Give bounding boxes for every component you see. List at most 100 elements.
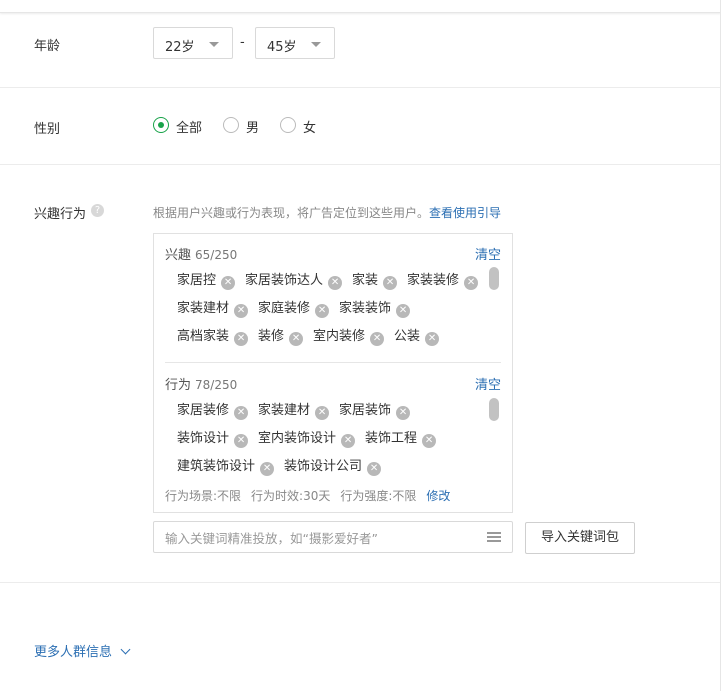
tag-label: 高档家装 — [177, 329, 230, 344]
top-header-edge — [0, 0, 721, 13]
caret-down-icon — [209, 42, 219, 47]
tag-row: 高档家装 ✕ 装修 ✕ 室内装修 ✕ 公装 ✕ — [177, 325, 449, 346]
close-circle-icon[interactable]: ✕ — [260, 462, 275, 476]
age-min-value: 22岁 — [165, 40, 195, 55]
interest-hint: 根据用户兴趣或行为表现，将广告定位到这些用户。查看使用引导 — [153, 204, 501, 221]
gender-option-label: 全部 — [176, 121, 203, 136]
tag-label: 家装装饰 — [339, 301, 392, 316]
tag: 建筑装饰设计 ✕ — [177, 455, 275, 476]
divider — [0, 164, 720, 165]
question-icon[interactable]: ? — [91, 204, 104, 217]
modify-link[interactable]: 修改 — [426, 489, 450, 503]
gender-option-label: 女 — [303, 121, 317, 136]
close-circle-icon[interactable]: ✕ — [328, 276, 343, 290]
behavior-settings: 行为场景:不限 行为时效:30天 行为强度:不限 修改 — [165, 487, 460, 504]
tag: 家装建材 ✕ — [177, 297, 249, 318]
tag-row: 装饰设计 ✕ 室内装饰设计 ✕ 装饰工程 ✕ — [177, 427, 446, 448]
close-circle-icon[interactable]: ✕ — [383, 276, 398, 290]
gender-label: 性别 — [34, 122, 61, 137]
tag: 家装建材 ✕ — [258, 399, 330, 420]
interest-scrollbar[interactable] — [489, 267, 499, 290]
behavior-scrollbar[interactable] — [489, 398, 499, 421]
close-circle-icon[interactable]: ✕ — [234, 406, 249, 420]
tag-row: 建筑装饰设计 ✕ 装饰设计公司 ✕ — [177, 455, 391, 476]
tag-label: 装饰设计 — [177, 431, 230, 446]
divider — [0, 87, 720, 88]
import-keyword-pack-button[interactable]: 导入关键词包 — [525, 522, 635, 554]
tag-row: 家居装修 ✕ 家装建材 ✕ 家居装饰 ✕ — [177, 399, 420, 420]
tag-label: 家装建材 — [258, 403, 311, 418]
tag-label: 装修 — [258, 329, 285, 344]
tag-row: 家居控 ✕ 家居装饰达人 ✕ 家装 ✕ 家装装修 ✕ — [177, 269, 488, 290]
more-audience-label: 更多人群信息 — [34, 645, 113, 660]
section-title-text: 行为 — [165, 378, 192, 393]
close-circle-icon[interactable]: ✕ — [367, 462, 382, 476]
menu-icon[interactable] — [487, 532, 501, 542]
tag-label: 家装 — [352, 273, 379, 288]
tag: 装饰设计公司 ✕ — [284, 455, 382, 476]
usage-guide-link[interactable]: 查看使用引导 — [429, 206, 501, 220]
tag: 高档家装 ✕ — [177, 325, 249, 346]
gender-option-label: 男 — [246, 121, 260, 136]
tag-label: 建筑装饰设计 — [177, 459, 256, 474]
tag: 装修 ✕ — [258, 325, 304, 346]
radio-unchecked-icon — [280, 117, 296, 133]
close-circle-icon[interactable]: ✕ — [422, 434, 437, 448]
behavior-clear-button[interactable]: 清空 — [475, 374, 501, 393]
interest-behavior-panel: 兴趣 65/250 清空 家居控 ✕ 家居装饰达人 ✕ 家装 ✕ 家装装修 ✕ 家装建材 ✕ 家庭装… — [153, 233, 513, 513]
close-circle-icon[interactable]: ✕ — [370, 332, 385, 346]
close-circle-icon[interactable]: ✕ — [234, 304, 249, 318]
age-max-select[interactable]: 45岁 — [255, 27, 335, 59]
close-circle-icon[interactable]: ✕ — [289, 332, 304, 346]
close-circle-icon[interactable]: ✕ — [396, 406, 411, 420]
behavior-strength: 行为强度:不限 — [340, 489, 417, 503]
section-title-text: 兴趣 — [165, 248, 192, 263]
keyword-field — [153, 521, 513, 553]
hint-text: 根据用户兴趣或行为表现，将广告定位到这些用户。 — [153, 206, 430, 220]
close-circle-icon[interactable]: ✕ — [315, 406, 330, 420]
behavior-scene: 行为场景:不限 — [165, 489, 242, 503]
tag-label: 家居装饰 — [339, 403, 392, 418]
tag: 室内装修 ✕ — [313, 325, 385, 346]
age-label: 年龄 — [34, 39, 61, 54]
tag-label: 室内装修 — [313, 329, 366, 344]
close-circle-icon[interactable]: ✕ — [464, 276, 479, 290]
tag-label: 装饰设计公司 — [284, 459, 363, 474]
radio-checked-icon — [153, 117, 169, 133]
behavior-timeliness: 行为时效:30天 — [251, 489, 331, 503]
close-circle-icon[interactable]: ✕ — [425, 332, 440, 346]
radio-unchecked-icon — [223, 117, 239, 133]
tag: 家居装修 ✕ — [177, 399, 249, 420]
close-circle-icon[interactable]: ✕ — [234, 332, 249, 346]
tag-label: 家装装修 — [407, 273, 460, 288]
tag: 室内装饰设计 ✕ — [258, 427, 356, 448]
tag: 装饰设计 ✕ — [177, 427, 249, 448]
tag-label: 室内装饰设计 — [258, 431, 337, 446]
tag: 家装装饰 ✕ — [339, 297, 411, 318]
behavior-count: 78/250 — [195, 378, 238, 392]
interest-clear-button[interactable]: 清空 — [475, 244, 501, 263]
tag: 家装 ✕ — [352, 269, 398, 290]
tag: 家装装修 ✕ — [407, 269, 479, 290]
age-min-select[interactable]: 22岁 — [153, 27, 233, 59]
interest-label: 兴趣行为 — [34, 207, 87, 222]
more-audience-link[interactable]: 更多人群信息 — [34, 641, 131, 660]
tag-label: 家居装饰达人 — [245, 273, 324, 288]
interest-count: 65/250 — [195, 248, 238, 262]
keyword-input[interactable] — [163, 528, 477, 548]
close-circle-icon[interactable]: ✕ — [341, 434, 356, 448]
tag: 公装 ✕ — [394, 325, 440, 346]
tag: 家居装饰 ✕ — [339, 399, 411, 420]
tag: 家居控 ✕ — [177, 269, 236, 290]
section-divider — [165, 362, 501, 363]
close-circle-icon[interactable]: ✕ — [234, 434, 249, 448]
close-circle-icon[interactable]: ✕ — [315, 304, 330, 318]
close-circle-icon[interactable]: ✕ — [396, 304, 411, 318]
age-max-value: 45岁 — [267, 40, 297, 55]
tag-row: 家装建材 ✕ 家庭装修 ✕ 家装装饰 ✕ — [177, 297, 420, 318]
divider — [0, 582, 720, 583]
behavior-section-title: 行为 78/250 — [165, 374, 237, 393]
tag-label: 家装建材 — [177, 301, 230, 316]
close-circle-icon[interactable]: ✕ — [221, 276, 236, 290]
age-separator: - — [240, 35, 245, 50]
